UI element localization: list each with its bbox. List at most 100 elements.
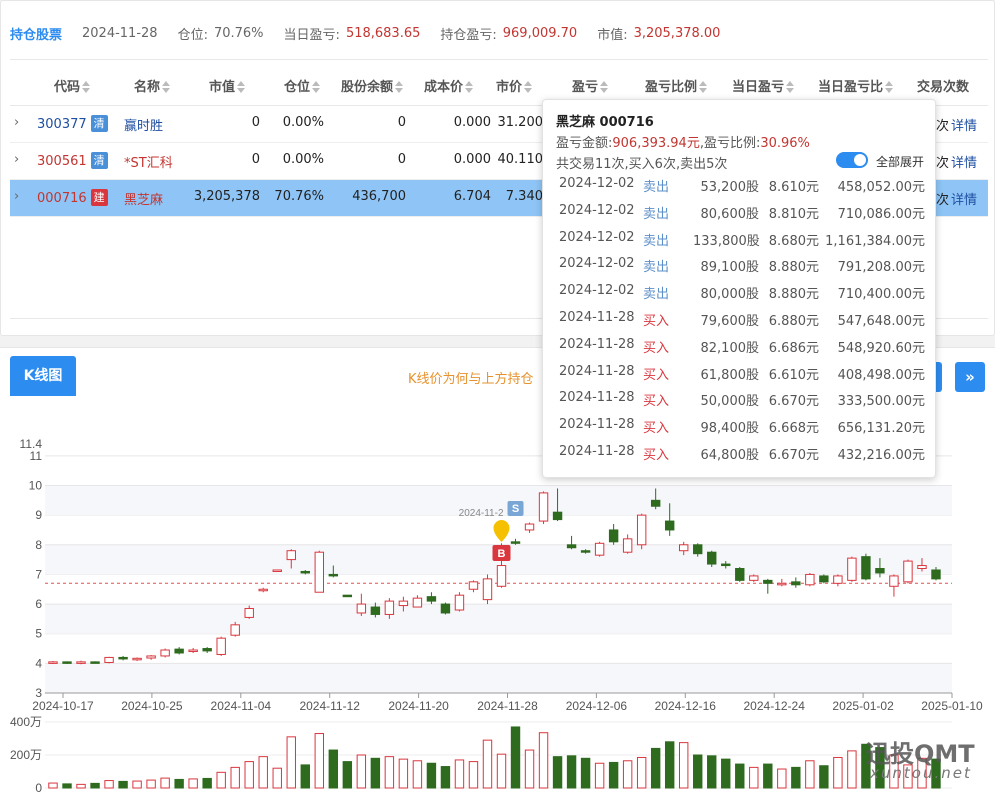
trade-type: 买入: [643, 394, 670, 410]
sort-icon[interactable]: [82, 81, 91, 93]
sort-icon[interactable]: [699, 81, 708, 93]
sort-icon[interactable]: [600, 81, 609, 93]
sort-icon[interactable]: [162, 81, 171, 93]
trade-row: 2024-12-02 卖出 133,800股 8.680元 1,161,384.00元: [559, 230, 925, 250]
grid-band: [45, 604, 952, 634]
col-pnl[interactable]: 盈亏: [572, 76, 609, 95]
candle-body: [272, 569, 282, 572]
row-detail-link[interactable]: 详情: [951, 189, 977, 208]
row-name[interactable]: 赢时胜: [124, 115, 163, 134]
sort-icon[interactable]: [786, 81, 795, 93]
candle-body: [370, 606, 381, 615]
col-trade-count[interactable]: 交易次数: [917, 76, 969, 95]
col-code[interactable]: 代码: [54, 76, 91, 95]
sort-icon[interactable]: [312, 81, 321, 93]
candle-body: [819, 575, 829, 583]
candle-body: [286, 550, 296, 561]
col-market-value[interactable]: 市值: [209, 76, 246, 95]
row-detail-link[interactable]: 详情: [951, 115, 977, 134]
sort-icon[interactable]: [465, 81, 474, 93]
row-cost: 6.704: [453, 189, 491, 204]
row-trades: 次: [936, 193, 950, 208]
watermark-url: xuntou.net: [870, 764, 972, 782]
trade-type: 买入: [643, 367, 670, 383]
positions-title[interactable]: 持仓股票: [10, 24, 62, 43]
row-detail-link[interactable]: 详情: [951, 152, 977, 171]
grid-band: [45, 663, 952, 693]
candle-body: [146, 655, 156, 659]
candle-body: [650, 499, 661, 507]
row-name[interactable]: 黑芝麻: [124, 189, 163, 208]
volume-bar: [552, 756, 563, 789]
row-price: 31.200: [497, 115, 544, 130]
row-trades: 次: [936, 156, 950, 171]
trade-type: 买入: [643, 340, 670, 356]
col-pnl-ratio[interactable]: 盈亏比例: [645, 76, 708, 95]
y-tick-label: 7: [35, 567, 42, 581]
chevron-right-icon[interactable]: ›: [14, 189, 19, 204]
tooltip-pnl-line: 盈亏金额:906,393.94元,盈亏比例:30.96%: [556, 136, 810, 151]
volume-bar: [286, 736, 296, 789]
candle-body: [398, 600, 409, 607]
chevron-right-icon[interactable]: ›: [14, 115, 19, 130]
candle-body: [482, 578, 493, 601]
volume-bar: [76, 783, 86, 789]
sort-icon[interactable]: [395, 81, 404, 93]
trade-date: 2024-11-28: [559, 363, 635, 379]
candle-body: [300, 570, 310, 574]
trade-amount: 710,400.00元: [837, 287, 925, 303]
row-position: 0.00%: [282, 152, 324, 167]
chevron-right-icon[interactable]: ›: [14, 152, 19, 167]
col-position[interactable]: 仓位: [284, 76, 321, 95]
volume-bar: [622, 760, 633, 789]
tooltip-trade-summary: 共交易11次,买入6次,卖出5次: [556, 157, 728, 172]
candle-body: [314, 551, 325, 593]
trade-date: 2024-11-28: [559, 310, 635, 325]
candle-body: [608, 529, 619, 543]
candle-body: [538, 492, 549, 522]
candle-body: [903, 560, 913, 583]
y-tick-label: 10: [29, 479, 43, 493]
position-tooltip: 黑芝麻 000716 盈亏金额:906,393.94元,盈亏比例:30.96% …: [542, 99, 936, 478]
col-price[interactable]: 市价: [496, 76, 533, 95]
col-shares[interactable]: 股份余额: [341, 76, 404, 95]
row-shares: 0: [397, 115, 406, 130]
sort-icon[interactable]: [885, 81, 894, 93]
volume-bar: [524, 749, 535, 789]
x-tick-label: 2024-10-25: [121, 699, 183, 713]
volume-bar: [300, 764, 310, 789]
col-daily-pnl-ratio[interactable]: 当日盈亏比: [818, 76, 894, 95]
trade-type: 买入: [643, 314, 670, 329]
col-name[interactable]: 名称: [134, 76, 171, 95]
trade-type: 卖出: [643, 287, 670, 303]
row-cost: 0.000: [453, 115, 491, 130]
trade-row: 2024-12-02 卖出 80,600股 8.810元 710,086.00元: [559, 203, 925, 223]
col-cost[interactable]: 成本价: [424, 76, 474, 95]
expand-all-toggle[interactable]: [836, 152, 868, 168]
candle-body: [805, 573, 815, 586]
volume-bar: [342, 761, 353, 789]
hold-pnl-value: 969,009.70: [502, 25, 578, 41]
sort-icon[interactable]: [524, 81, 533, 93]
volume-bar: [678, 742, 689, 789]
candle-body: [174, 648, 184, 654]
y-tick-label: 8: [35, 538, 42, 552]
candle-body: [524, 523, 535, 531]
volume-bar: [384, 756, 395, 789]
volume-tick-label: 200万: [10, 748, 42, 762]
volume-bar: [608, 761, 619, 789]
volume-bar: [777, 768, 787, 789]
volume-bar: [426, 762, 437, 789]
volume-bar: [244, 761, 254, 789]
trade-shares: 98,400股: [700, 421, 760, 437]
trade-amount: 547,648.00元: [837, 314, 925, 329]
col-daily-pnl[interactable]: 当日盈亏: [732, 76, 795, 95]
volume-bar: [664, 741, 675, 789]
volume-bar: [328, 749, 339, 789]
cleared-badge: 清: [90, 115, 108, 132]
trade-shares: 53,200股: [700, 180, 760, 195]
candle-body: [678, 544, 689, 552]
sort-icon[interactable]: [237, 81, 246, 93]
candle-body: [132, 657, 142, 661]
row-name[interactable]: *ST汇科: [124, 152, 173, 171]
